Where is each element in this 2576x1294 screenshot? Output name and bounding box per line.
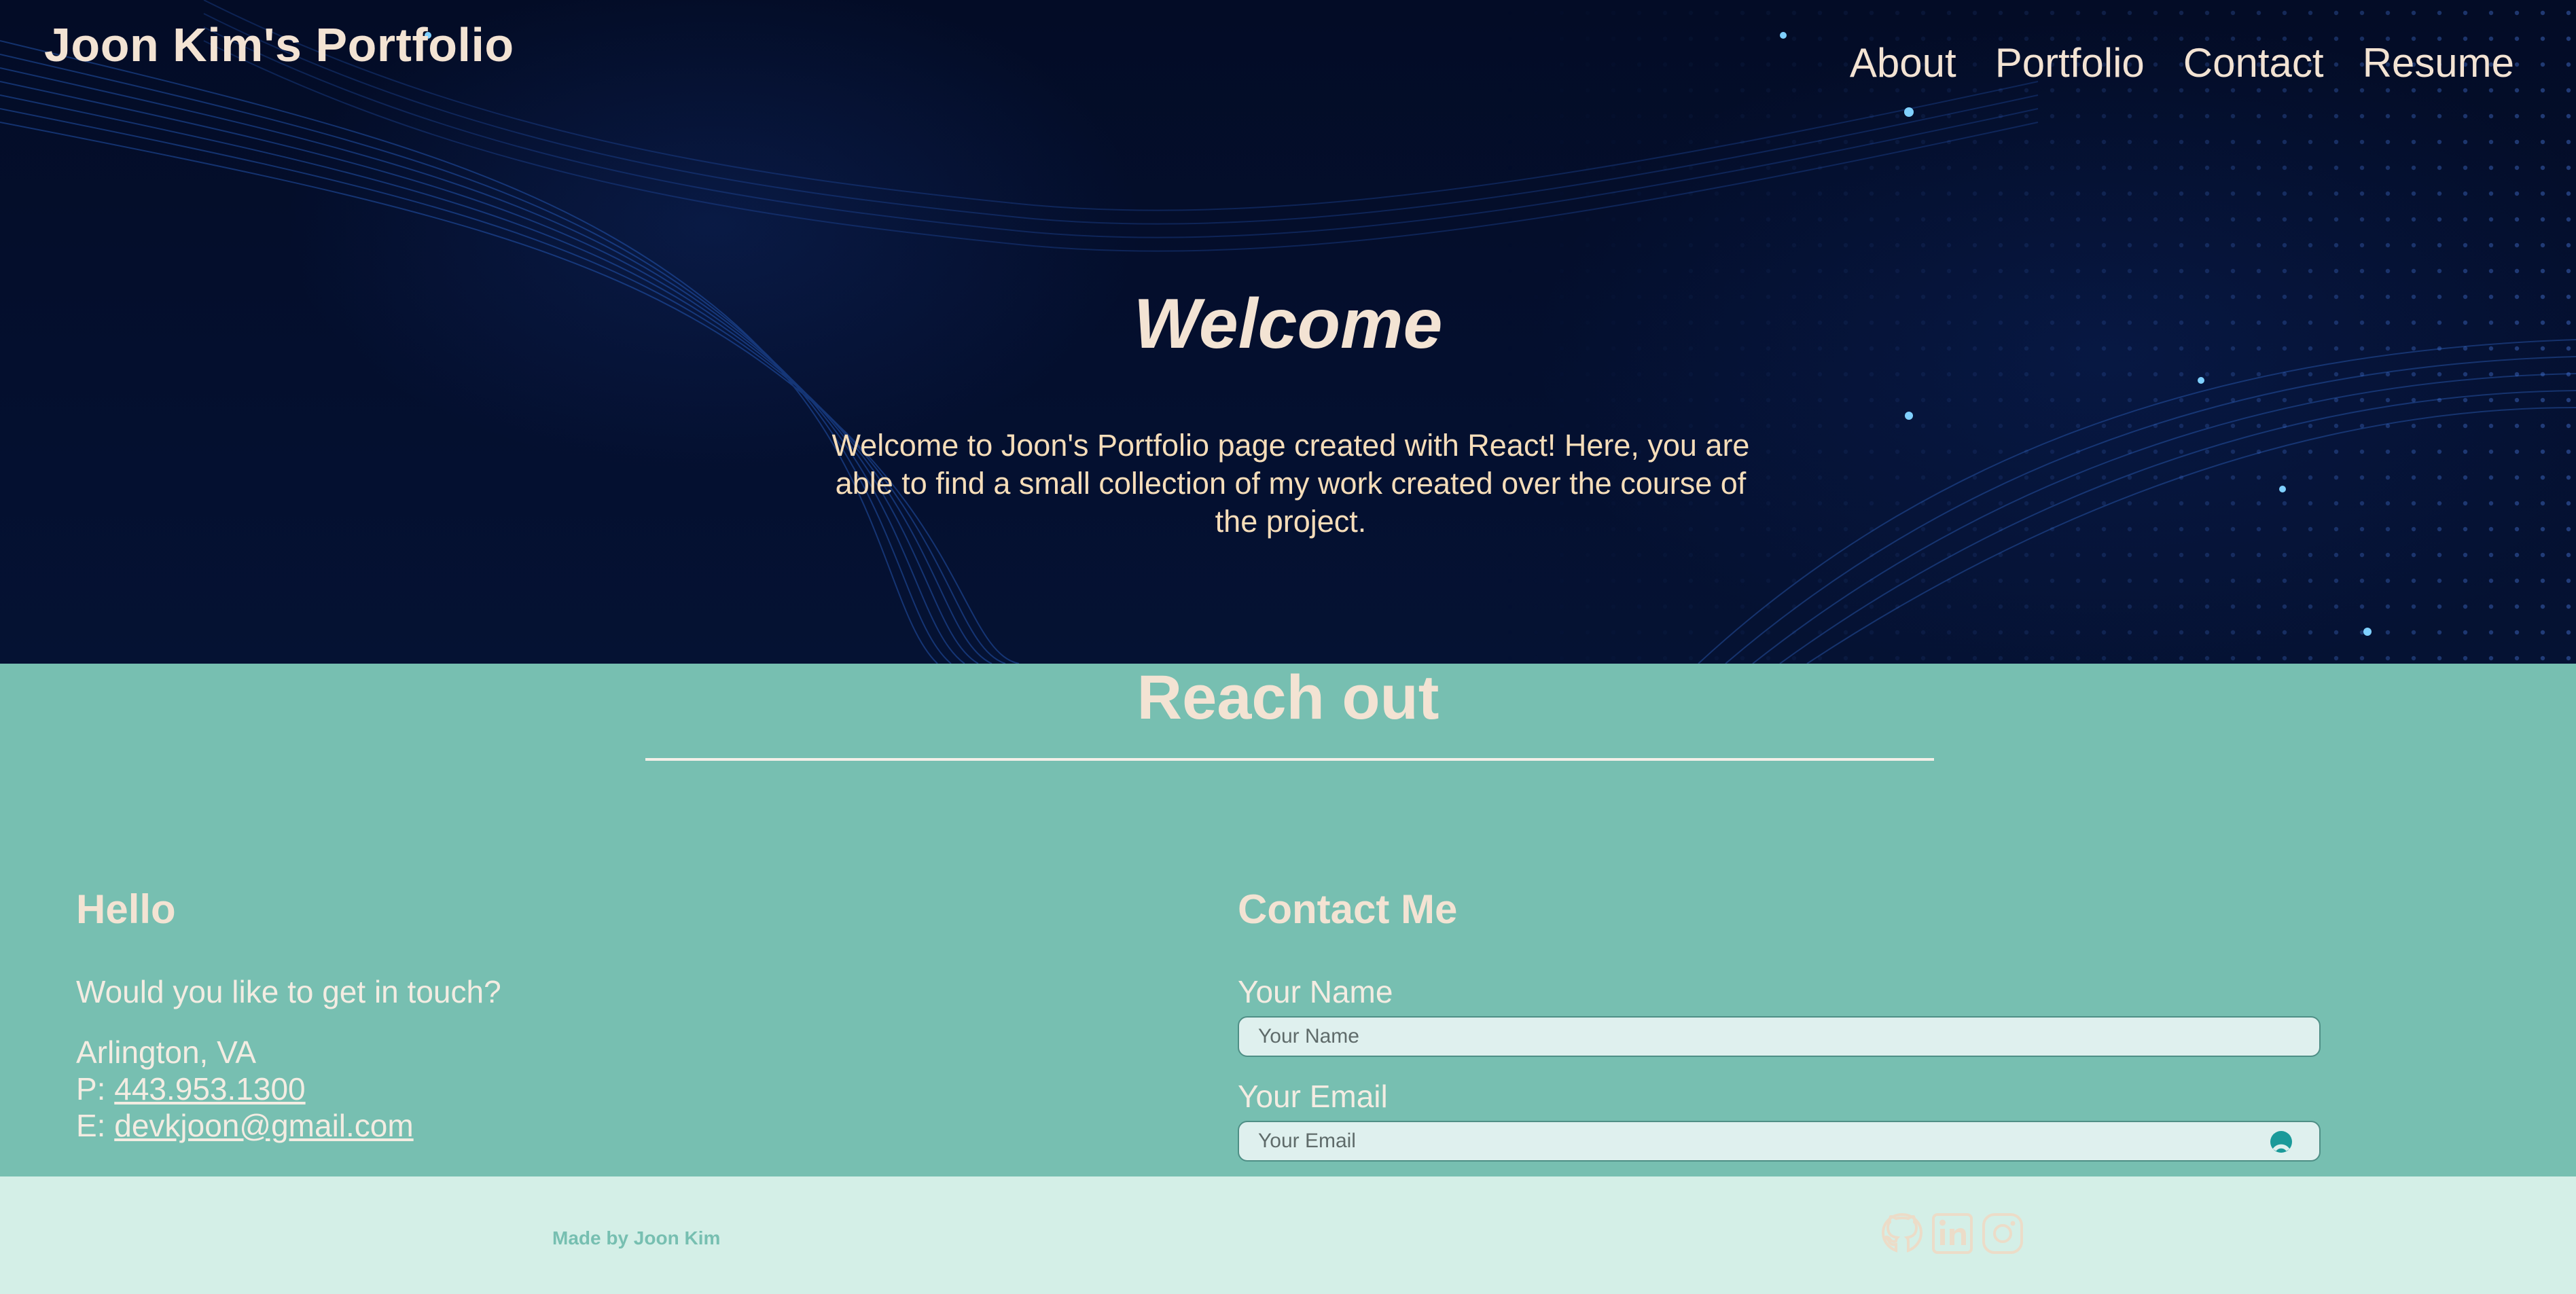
phone-link[interactable]: 443.953.1300	[114, 1071, 305, 1107]
location-text: Arlington, VA	[76, 1035, 257, 1070]
hello-prompt: Would you like to get in touch?	[76, 974, 501, 1009]
hero-section: Joon Kim's Portfolio About Portfolio Con…	[0, 0, 2576, 664]
github-icon[interactable]	[1879, 1210, 1925, 1257]
nav-resume[interactable]: Resume	[2363, 39, 2514, 86]
footer-credit: Made by Joon Kim	[552, 1227, 721, 1248]
email-input[interactable]	[1238, 1121, 2321, 1162]
welcome-text: Welcome to Joon's Portfolio page created…	[831, 428, 1750, 539]
contact-section: Reach out Hello Would you like to get in…	[0, 664, 2576, 1176]
hello-heading: Hello	[76, 886, 176, 932]
phone-line: P: 443.953.1300	[76, 1071, 306, 1107]
email-label: Your Email	[1238, 1079, 1388, 1114]
social-links	[1879, 1210, 2026, 1257]
linkedin-icon[interactable]	[1929, 1210, 1975, 1257]
email-line: E: devkjoon@gmail.com	[76, 1107, 414, 1144]
name-label: Your Name	[1238, 974, 1393, 1009]
instagram-icon[interactable]	[1980, 1210, 2026, 1257]
nav-contact[interactable]: Contact	[2183, 39, 2324, 86]
site-brand[interactable]: Joon Kim's Portfolio	[44, 18, 514, 72]
phone-prefix: P:	[76, 1071, 115, 1107]
section-divider	[645, 758, 1934, 761]
section-title: Reach out	[1137, 663, 1439, 732]
autofill-spinner-icon	[2270, 1131, 2292, 1153]
name-input[interactable]	[1238, 1016, 2321, 1057]
main-nav: About Portfolio Contact Resume	[1850, 39, 2514, 86]
welcome-title: Welcome	[1133, 285, 1443, 363]
email-prefix: E:	[76, 1108, 115, 1143]
site-footer: Made by Joon Kim	[0, 1176, 2576, 1294]
nav-portfolio[interactable]: Portfolio	[1995, 39, 2145, 86]
email-link[interactable]: devkjoon@gmail.com	[114, 1108, 413, 1143]
nav-about[interactable]: About	[1850, 39, 1956, 86]
contact-form-heading: Contact Me	[1238, 886, 1458, 932]
